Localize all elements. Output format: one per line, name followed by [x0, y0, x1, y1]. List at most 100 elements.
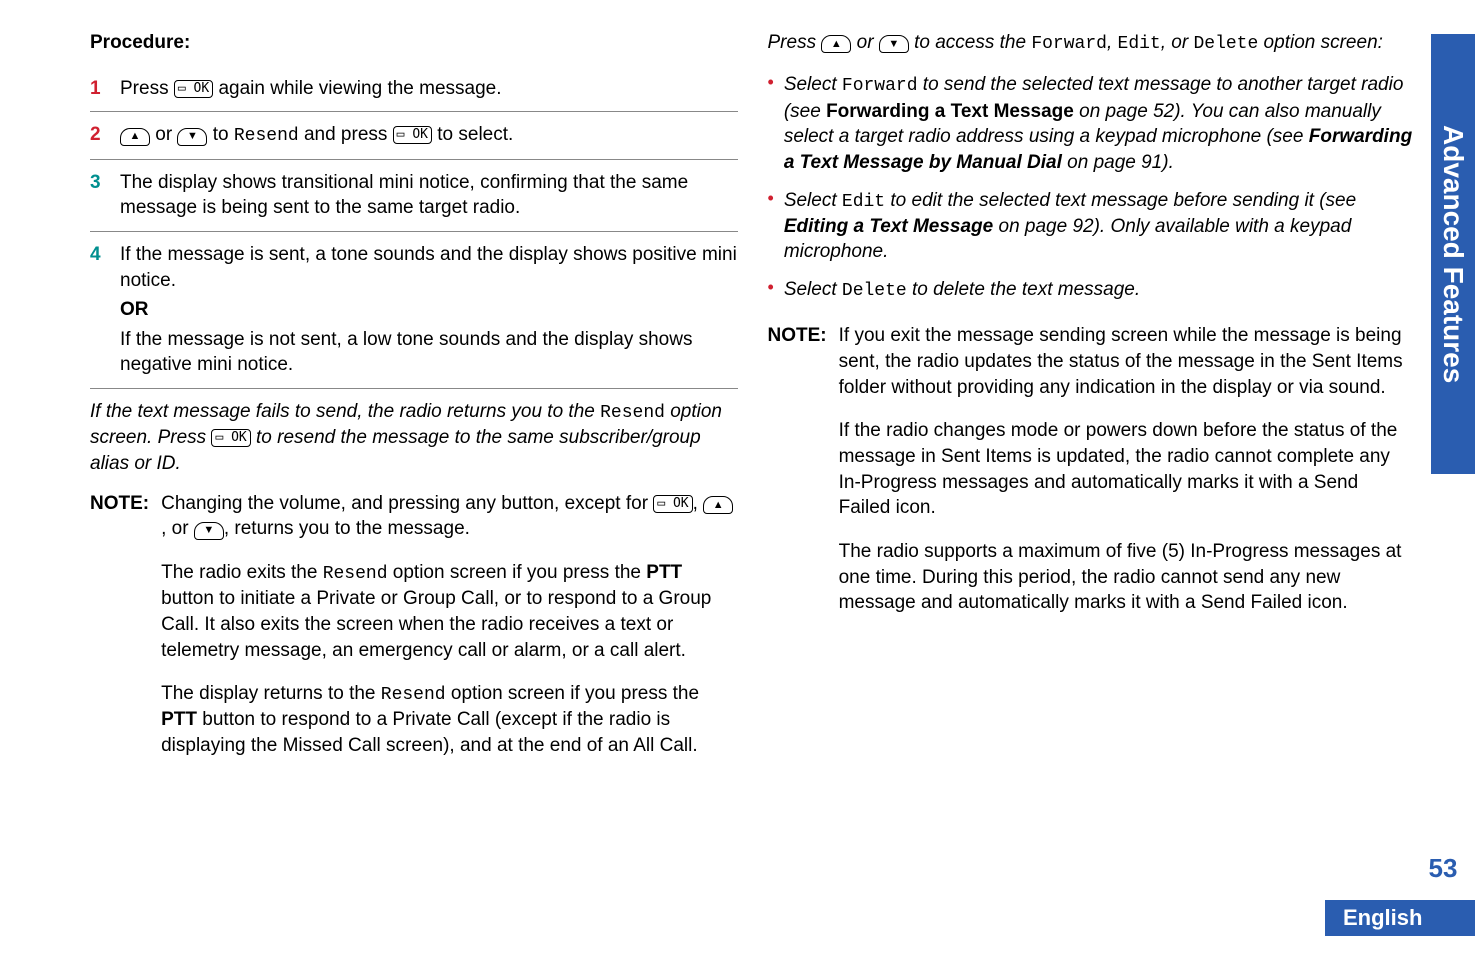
step-number: 2	[90, 122, 106, 148]
note-paragraph: The radio exits the Resend option screen…	[161, 560, 737, 663]
bullet-list: • Select Forward to send the selected te…	[768, 66, 1416, 309]
step-number: 1	[90, 76, 106, 102]
step-body: The display shows transitional mini noti…	[120, 170, 738, 221]
lcd-text: Delete	[842, 281, 907, 301]
after-steps-paragraph: If the text message fails to send, the r…	[90, 399, 738, 477]
note-body: Changing the volume, and pressing any bu…	[161, 491, 737, 759]
bullet-item: • Select Forward to send the selected te…	[768, 66, 1416, 181]
step-4: 4 If the message is sent, a tone sounds …	[90, 231, 738, 389]
up-button-icon	[821, 35, 851, 53]
text: Press	[768, 32, 822, 53]
text: button to initiate a Private or Group Ca…	[161, 588, 711, 660]
lcd-text: Forward	[1031, 34, 1107, 54]
page-number: 53	[1421, 853, 1465, 884]
text: If the message is sent, a tone sounds an…	[120, 242, 738, 293]
text: The radio exits the	[161, 562, 323, 583]
language-tab: English	[1325, 900, 1475, 936]
text: Changing the volume, and pressing any bu…	[161, 493, 653, 514]
right-intro: Press or to access the Forward, Edit, or…	[768, 30, 1416, 56]
note-paragraph: If the radio changes mode or powers down…	[839, 418, 1415, 521]
text: If the message is not sent, a low tone s…	[120, 327, 738, 378]
text: Select	[784, 74, 842, 95]
down-button-icon	[177, 128, 207, 146]
text: to delete the text message.	[907, 279, 1140, 300]
ok-button-icon: ▭ OK	[174, 80, 213, 98]
step-1: 1 Press ▭ OK again while viewing the mes…	[90, 66, 738, 112]
bullet-text: Select Edit to edit the selected text me…	[784, 188, 1415, 266]
text: ,	[1107, 32, 1118, 53]
text: Press	[120, 78, 174, 99]
step-2: 2 or to Resend and press ▭ OK to select.	[90, 111, 738, 158]
text: again while viewing the message.	[213, 78, 501, 99]
lcd-text: Edit	[842, 192, 885, 212]
text: on page 91).	[1062, 152, 1174, 173]
text: Select	[784, 190, 842, 211]
up-button-icon	[120, 128, 150, 146]
bullet-dot-icon: •	[768, 188, 774, 266]
text: to edit the selected text message before…	[885, 190, 1356, 211]
text: , or	[1161, 32, 1194, 53]
note-paragraph: If you exit the message sending screen w…	[839, 323, 1415, 400]
language-label: English	[1343, 905, 1422, 931]
ok-button-icon: ▭ OK	[653, 495, 692, 513]
text: to	[207, 124, 233, 145]
text: option screen:	[1258, 32, 1383, 53]
step-number: 3	[90, 170, 106, 221]
up-button-icon	[703, 496, 733, 514]
bullet-dot-icon: •	[768, 72, 774, 175]
ref-bold: Forwarding a Text Message	[826, 101, 1074, 122]
step-body: or to Resend and press ▭ OK to select.	[120, 122, 513, 148]
note-label: NOTE:	[768, 323, 827, 615]
text: , or	[161, 518, 194, 539]
step-3: 3 The display shows transitional mini no…	[90, 159, 738, 231]
text: option screen if you press the	[388, 562, 647, 583]
text: to select.	[432, 124, 513, 145]
procedure-steps: 1 Press ▭ OK again while viewing the mes…	[90, 66, 738, 389]
ok-button-icon: ▭ OK	[393, 126, 432, 144]
note-paragraph: The radio supports a maximum of five (5)…	[839, 539, 1415, 616]
step-number: 4	[90, 242, 106, 378]
or-label: OR	[120, 297, 738, 323]
text: or	[851, 32, 878, 53]
text: or	[150, 124, 177, 145]
two-column-layout: Procedure: 1 Press ▭ OK again while view…	[0, 30, 1475, 759]
lcd-text: Delete	[1193, 34, 1258, 54]
side-tab: Advanced Features	[1431, 34, 1475, 474]
down-button-icon	[879, 35, 909, 53]
bullet-text: Select Forward to send the selected text…	[784, 72, 1415, 175]
down-button-icon	[194, 522, 224, 540]
text: and press	[299, 124, 393, 145]
bullet-item: • Select Delete to delete the text messa…	[768, 271, 1416, 309]
text: The display returns to the	[161, 683, 381, 704]
note-label: NOTE:	[90, 491, 149, 759]
right-note: NOTE: If you exit the message sending sc…	[768, 323, 1416, 615]
lcd-text: Forward	[842, 76, 918, 96]
text: option screen if you press the	[446, 683, 699, 704]
note-paragraph: The display returns to the Resend option…	[161, 681, 737, 759]
text: Select	[784, 279, 842, 300]
left-column: Procedure: 1 Press ▭ OK again while view…	[90, 30, 738, 759]
text: ,	[693, 493, 704, 514]
lcd-text: Resend	[381, 685, 446, 705]
ref-bold-italic: Editing a Text Message	[784, 216, 993, 237]
ptt-label: PTT	[646, 562, 682, 583]
right-column: Press or to access the Forward, Edit, or…	[768, 30, 1416, 759]
procedure-heading: Procedure:	[90, 30, 738, 56]
left-note: NOTE: Changing the volume, and pressing …	[90, 491, 738, 759]
bullet-item: • Select Edit to edit the selected text …	[768, 182, 1416, 272]
lcd-text: Edit	[1118, 34, 1161, 54]
note-body: If you exit the message sending screen w…	[839, 323, 1415, 615]
lcd-text: Resend	[600, 403, 665, 423]
page: Procedure: 1 Press ▭ OK again while view…	[0, 0, 1475, 954]
bullet-text: Select Delete to delete the text message…	[784, 277, 1140, 303]
side-tab-label: Advanced Features	[1437, 125, 1469, 383]
text: , returns you to the message.	[224, 518, 470, 539]
ptt-label: PTT	[161, 709, 197, 730]
ok-button-icon: ▭ OK	[211, 429, 250, 447]
text: If the text message fails to send, the r…	[90, 401, 600, 422]
lcd-text: Resend	[323, 564, 388, 584]
lcd-text: Resend	[234, 126, 299, 146]
step-body: Press ▭ OK again while viewing the messa…	[120, 76, 502, 102]
text: button to respond to a Private Call (exc…	[161, 709, 698, 756]
step-body: If the message is sent, a tone sounds an…	[120, 242, 738, 378]
